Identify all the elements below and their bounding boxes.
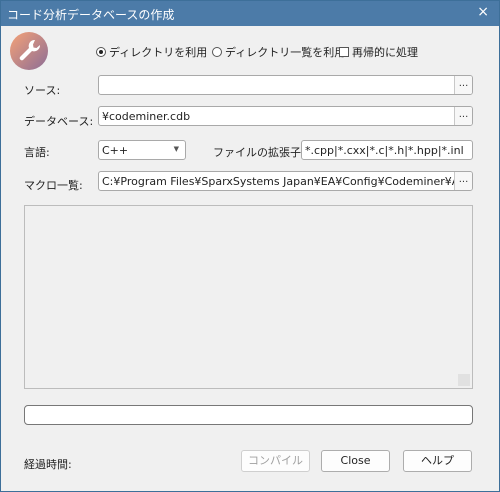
window-title: コード分析データベースの作成: [7, 8, 175, 22]
extensions-label: ファイルの拡張子:: [213, 146, 305, 159]
progress-bar: [24, 405, 473, 425]
macro-list-field[interactable]: C:¥Program Files¥SparxSystems Japan¥EA¥C…: [98, 171, 473, 191]
directory-radio-indicator[interactable]: [96, 47, 106, 57]
macro-list-value[interactable]: C:¥Program Files¥SparxSystems Japan¥EA¥C…: [102, 175, 472, 188]
close-icon[interactable]: ×: [477, 4, 489, 20]
database-value[interactable]: ¥codeminer.cdb: [102, 110, 190, 123]
close-button[interactable]: Close: [321, 450, 390, 472]
macro-list-label: マクロ一覧:: [24, 179, 83, 192]
help-button[interactable]: ヘルプ: [403, 450, 472, 472]
macro-browse-button[interactable]: ...: [454, 172, 472, 190]
source-browse-button[interactable]: ...: [454, 76, 472, 94]
directory-radio[interactable]: ディレクトリを利用: [96, 44, 207, 60]
database-field[interactable]: ¥codeminer.cdb ...: [98, 106, 473, 126]
source-label: ソース:: [24, 84, 61, 97]
language-label: 言語:: [24, 146, 50, 159]
directory-list-radio-indicator[interactable]: [212, 47, 222, 57]
chevron-down-icon[interactable]: ▼: [174, 145, 179, 153]
extensions-value[interactable]: *.cpp|*.cxx|*.c|*.h|*.hpp|*.inl: [305, 144, 464, 157]
extensions-field[interactable]: *.cpp|*.cxx|*.c|*.h|*.hpp|*.inl: [301, 140, 473, 160]
output-list[interactable]: [24, 205, 473, 389]
wrench-icon: [10, 32, 48, 70]
size-grip[interactable]: [458, 374, 470, 386]
title-bar: コード分析データベースの作成 ×: [1, 1, 499, 26]
source-field[interactable]: ...: [98, 75, 473, 95]
compile-button[interactable]: コンパイル: [241, 450, 310, 472]
directory-list-radio[interactable]: ディレクトリ一覧を利用: [212, 44, 345, 60]
database-browse-button[interactable]: ...: [454, 107, 472, 125]
recursive-checkbox-box[interactable]: [339, 47, 349, 57]
database-label: データベース:: [24, 115, 94, 128]
recursive-checkbox-label: 再帰的に処理: [352, 46, 418, 59]
directory-radio-label: ディレクトリを利用: [109, 46, 208, 59]
language-value[interactable]: C++: [102, 144, 128, 157]
directory-list-radio-label: ディレクトリ一覧を利用: [225, 46, 346, 59]
elapsed-time-label: 経過時間:: [24, 458, 72, 471]
recursive-checkbox[interactable]: 再帰的に処理: [339, 44, 418, 60]
language-select[interactable]: C++ ▼: [98, 140, 186, 160]
dialog-window: コード分析データベースの作成 × ディレクトリを利用 ディレクトリ一覧を利用 再…: [0, 0, 500, 492]
